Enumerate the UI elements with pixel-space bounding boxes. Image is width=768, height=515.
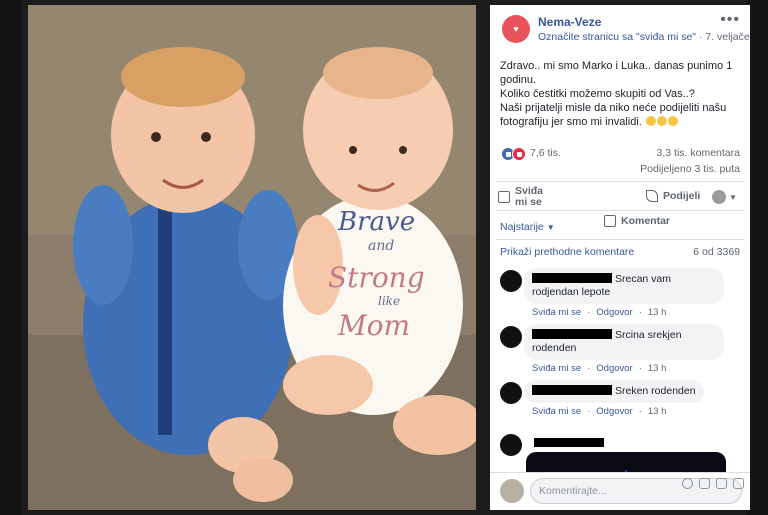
comment-item: Srcina srekjen rodenden Sviđa mi se · Odgo… [490, 324, 750, 374]
shirt-text-5: Mom [337, 309, 410, 342]
view-previous-comments-link[interactable]: Prikaži prethodne komentare [500, 246, 634, 258]
comment-like-link[interactable]: Sviđa mi se [532, 363, 581, 374]
comment-button-label: Komentar [621, 215, 671, 227]
comment-reply-link[interactable]: Odgovor [596, 307, 632, 318]
comment-text: Sreken rodenden [615, 385, 696, 397]
post-header: ♥ Nema-Veze Označite stranicu sa "sviđa … [490, 5, 750, 49]
post-photo[interactable]: Brave and Strong like Mom [28, 5, 476, 510]
page-name-link[interactable]: Nema-Veze [538, 15, 601, 29]
commenter-avatar[interactable] [500, 270, 522, 292]
photo-illustration: Brave and Strong like Mom [28, 5, 476, 510]
meta-dot: · [638, 363, 642, 374]
composer-icons [682, 478, 744, 489]
comment-item: Srecan vam rodjendan lepote Sviđa mi se ·… [490, 268, 750, 318]
shirt-text-1: Brave [337, 207, 415, 237]
caret-down-icon: ▼ [729, 192, 737, 202]
comment-meta: Sviđa mi se · Odgovor · 13 h [524, 363, 750, 374]
comment-meta: Sviđa mi se · Odgovor · 13 h [524, 307, 750, 318]
emoji-icon[interactable] [682, 478, 693, 489]
meta-dot: · [587, 406, 591, 417]
share-button-label: Podijeli [663, 190, 701, 202]
like-button[interactable]: Sviđa mi se [498, 186, 551, 208]
comment-meta: Sviđa mi se · Odgovor · 13 h [524, 406, 750, 417]
meta-dot: · [587, 363, 591, 374]
comment-bubble: Srcina srekjen rodenden [524, 324, 724, 360]
crying-emoji-icon [667, 116, 678, 126]
post-text: Zdravo.. mi smo Marko i Luka.. danas pun… [490, 49, 750, 129]
crying-emoji-icon [645, 116, 656, 126]
post-side-panel: ♥ Nema-Veze Označite stranicu sa "sviđa … [490, 5, 750, 510]
page-avatar[interactable]: ♥ [502, 15, 530, 43]
thumbs-up-icon [498, 191, 510, 203]
comment-reply-link[interactable]: Odgovor [596, 406, 632, 417]
shirt-text-4: like [378, 294, 400, 308]
shirt-text-2: and [368, 238, 394, 254]
sort-label: Najstarije [500, 221, 544, 233]
crying-emoji-icon [656, 116, 667, 126]
current-user-avatar[interactable] [500, 479, 524, 503]
camera-icon[interactable] [699, 478, 710, 489]
share-icon [646, 190, 658, 202]
comment-reply-link[interactable]: Odgovor [596, 363, 632, 374]
post-subline: Označite stranicu sa "sviđa mi se" · 7. … [538, 31, 750, 43]
comment-time[interactable]: 13 h [648, 406, 667, 417]
profile-selector[interactable]: ▼ [712, 190, 737, 204]
comment-time[interactable]: 13 h [648, 363, 667, 374]
post-text-line: Zdravo.. mi smo Marko i Luka.. danas pun… [500, 60, 736, 86]
comment-icon [604, 215, 616, 227]
reaction-count[interactable]: 7,6 tis. [530, 147, 561, 159]
comment-item: Sreken rodenden Sviđa mi se · Odgovor · 13 h [490, 380, 750, 430]
comment-bubble: Sreken rodenden [524, 380, 704, 403]
like-page-link[interactable]: Označite stranicu sa "sviđa mi se" [538, 31, 696, 43]
redacted-name [532, 273, 612, 283]
action-bar: Sviđa mi se Komentar Podijeli ▼ [496, 181, 744, 227]
more-options-icon[interactable]: ••• [720, 11, 740, 29]
avatar-heart-icon: ♥ [513, 24, 519, 34]
redacted-name [532, 385, 612, 395]
comment-like-link[interactable]: Sviđa mi se [532, 406, 581, 417]
shirt-text-3: Strong [328, 261, 425, 294]
post-date[interactable]: 7. veljače [705, 31, 749, 43]
comments-count[interactable]: 3,3 tis. komentara [657, 147, 740, 159]
commenter-avatar[interactable] [500, 434, 522, 456]
comment-counter: 6 od 3369 [693, 246, 740, 258]
chevron-down-icon: ▼ [546, 223, 555, 232]
post-text-line: Naši prijatelji misle da niko neće podij… [500, 102, 730, 128]
comment-composer: Komentirajte... [490, 472, 750, 510]
like-button-label: Sviđa mi se [515, 185, 544, 208]
subline-separator: · [696, 31, 706, 43]
previous-comments-row: Prikaži prethodne komentare 6 od 3369 [490, 240, 750, 262]
love-reaction-icon[interactable] [512, 147, 526, 161]
share-button[interactable]: Podijeli [646, 190, 700, 202]
profile-avatar [712, 190, 726, 204]
comment-bubble: Srecan vam rodjendan lepote [524, 268, 724, 304]
commenter-avatar[interactable] [500, 326, 522, 348]
meta-dot: · [587, 307, 591, 318]
sticker-icon[interactable] [733, 478, 744, 489]
meta-dot: · [638, 406, 642, 417]
meta-dot: · [638, 307, 642, 318]
post-text-line: Koliko čestitki možemo skupiti od Vas..? [500, 88, 695, 100]
comment-time[interactable]: 13 h [648, 307, 667, 318]
redacted-name [534, 438, 604, 447]
reactions-bar: 7,6 tis. 3,3 tis. komentara Podijeljeno … [490, 143, 750, 177]
redacted-name [532, 329, 612, 339]
shares-count[interactable]: Podijeljeno 3 tis. puta [640, 163, 740, 175]
gif-icon[interactable] [716, 478, 727, 489]
comment-like-link[interactable]: Sviđa mi se [532, 307, 581, 318]
lightbox-backdrop-left [0, 0, 22, 515]
post-text-line-last: Naši prijatelji misle da niko neće podij… [500, 101, 740, 129]
commenter-avatar[interactable] [500, 382, 522, 404]
